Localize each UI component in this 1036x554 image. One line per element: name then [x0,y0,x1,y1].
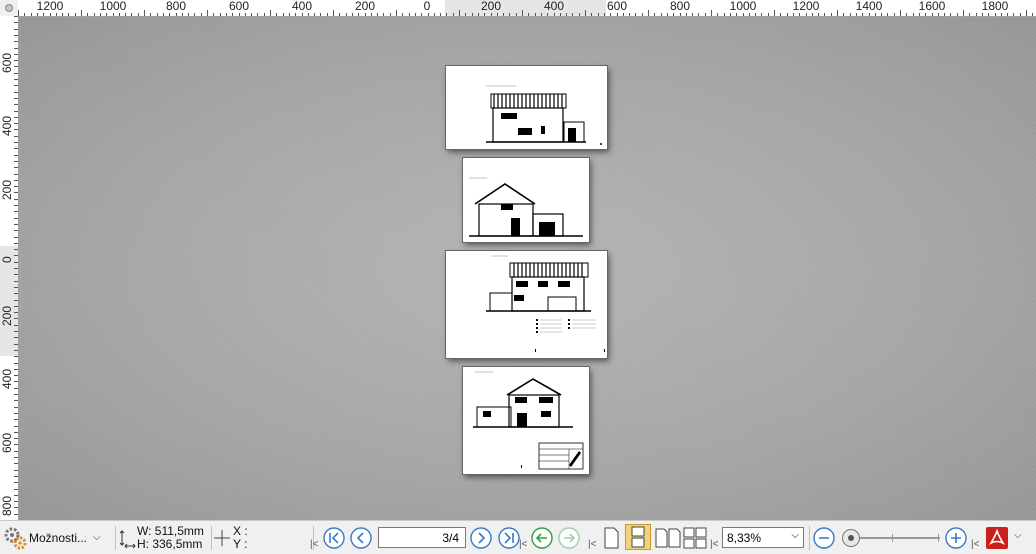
zoom-value: 8,33% [727,530,762,545]
ruler-label: 0 [0,256,14,263]
ruler-label: 400 [543,0,565,13]
page-thumbnail-1[interactable] [445,65,608,150]
horizontal-ruler: 1200 1000 800 600 400 200 0 200 400 600 800 1000 120… [18,0,1036,17]
ruler-label: 800 [669,0,691,13]
vertical-ruler: 600 400 200 0 200 400 600 800 [0,16,19,521]
pdf-icon [986,526,1008,549]
page-size-readout: W: 511,5mm H: 336,5mm [119,521,214,554]
first-page-button[interactable] [322,521,346,554]
forward-button[interactable] [557,521,581,554]
chevron-down-icon: ⌵ [791,530,799,541]
x-readout: X : [233,523,248,538]
zoom-slider[interactable] [840,526,944,550]
page-indicator: 3/4 [442,530,459,545]
ruler-label: 1400 [855,0,883,13]
page-thumbnail-2[interactable] [462,157,590,243]
ruler-label: 1800 [981,0,1009,13]
divider [211,526,212,550]
grid-pages-icon [683,527,707,548]
ruler-label: 600 [228,0,250,13]
ruler-label: 600 [0,52,14,73]
ruler-label: 200 [0,305,14,326]
page-thumbnail-4[interactable] [462,366,590,475]
ruler-label: 1200 [792,0,820,13]
single-page-view-button[interactable] [600,521,622,554]
ruler-label: 400 [291,0,313,13]
ruler-label: 800 [0,495,14,516]
facing-pages-icon [655,528,681,547]
forward-arrow-icon [558,526,580,549]
previous-page-button[interactable] [349,521,373,554]
ruler-label: 400 [0,115,14,136]
ruler-label: 600 [606,0,628,13]
zoom-slider-track [848,537,940,539]
drawing-elevation-1 [486,85,602,145]
previous-page-icon [350,526,372,549]
zoom-out-button[interactable] [812,521,836,554]
continuous-pages-icon [631,526,645,548]
zoom-slider-thumb[interactable] [842,529,860,547]
ruler-label: 600 [0,432,14,453]
zoom-in-icon [945,526,967,549]
grid-view-button[interactable] [682,521,708,554]
gear-icon [4,527,27,549]
ruler-page-highlight [445,0,606,16]
options-button[interactable]: Možnosti... ⌵ [2,521,114,554]
crosshair-icon [214,529,230,546]
back-arrow-icon [531,526,553,549]
next-page-button[interactable] [469,521,493,554]
back-button[interactable] [530,521,554,554]
y-readout: Y : [233,536,248,551]
width-readout: W: 511,5mm [137,523,204,538]
drawing-elevation-2 [469,177,583,237]
export-pdf-button[interactable] [985,521,1009,554]
first-page-icon [323,526,345,549]
page-number-input[interactable]: 3/4 [378,527,466,548]
ruler-label: 400 [0,368,14,389]
ruler-label: 800 [165,0,187,13]
ruler-corner[interactable] [0,0,18,16]
continuous-view-button[interactable] [625,524,651,550]
ruler-label: 1000 [729,0,757,13]
next-page-icon [470,526,492,549]
page-thumbnail-3[interactable] [445,250,608,359]
zoom-select[interactable]: 8,33% ⌵ [722,527,804,548]
zoom-slider-tick [938,534,939,542]
zoom-in-button[interactable] [944,521,968,554]
divider [809,526,810,550]
last-page-icon [498,526,520,549]
dimensions-icon [119,529,136,548]
options-label: Možnosti... [29,530,88,545]
collapse-marker-icon: |< [710,539,719,550]
divider [115,526,116,550]
drawing-elevation-4 [473,371,584,470]
ruler-label: 1200 [36,0,64,13]
single-page-icon [604,527,619,548]
collapse-marker-icon: |< [588,539,597,550]
zoom-slider-tick [892,534,893,542]
cursor-position-readout: X : Y : [213,521,273,554]
ruler-label: 200 [480,0,502,13]
document-canvas[interactable] [19,17,1036,520]
ruler-origin-icon [5,4,13,12]
ruler-label: 1000 [99,0,127,13]
chevron-down-icon: ⌵ [93,532,101,543]
collapse-marker-icon: |< [519,539,528,550]
ruler-label: 1600 [918,0,946,13]
status-bar: Možnosti... ⌵ W: 511,5mm H: 336,5mm X : … [0,520,1036,554]
chevron-down-icon[interactable]: ⌵ [1014,530,1022,541]
last-page-button[interactable] [497,521,521,554]
ruler-label: 200 [0,179,14,200]
ruler-label: 200 [354,0,376,13]
drawing-elevation-3 [486,255,605,352]
height-readout: H: 336,5mm [137,536,203,551]
collapse-marker-icon: |< [310,539,319,550]
collapse-marker-icon: |< [971,539,980,550]
facing-pages-button[interactable] [654,521,682,554]
ruler-label: 0 [423,0,431,13]
zoom-out-icon [813,526,835,549]
